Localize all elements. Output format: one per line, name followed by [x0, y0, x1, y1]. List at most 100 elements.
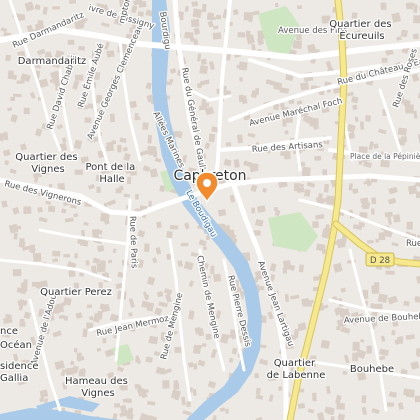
building — [188, 310, 195, 320]
building — [101, 22, 110, 28]
building — [65, 367, 75, 376]
building — [385, 270, 395, 275]
building — [208, 61, 215, 71]
building — [144, 389, 149, 393]
building — [388, 186, 398, 195]
building — [363, 161, 373, 168]
building — [82, 328, 88, 338]
building — [45, 200, 52, 205]
building — [139, 150, 149, 157]
building — [7, 107, 13, 112]
building — [255, 88, 260, 95]
building — [336, 238, 346, 249]
building — [180, 242, 189, 247]
building — [117, 144, 122, 153]
building — [5, 54, 12, 62]
building — [192, 8, 202, 19]
district-label-bouhebe: Bouhebe — [350, 364, 394, 375]
building — [405, 104, 414, 114]
building — [29, 91, 36, 99]
building — [371, 408, 380, 415]
building — [38, 216, 48, 223]
building — [144, 243, 150, 252]
building — [163, 288, 173, 295]
building — [410, 361, 420, 370]
building — [12, 269, 22, 277]
building — [186, 401, 191, 408]
building — [193, 363, 198, 370]
building — [322, 169, 328, 177]
building — [69, 360, 75, 366]
building — [312, 392, 317, 402]
building — [85, 260, 90, 266]
building — [217, 209, 227, 217]
building — [237, 134, 243, 144]
building — [128, 312, 133, 317]
building — [274, 2, 279, 8]
building — [269, 263, 277, 272]
building — [200, 58, 207, 66]
building — [303, 302, 313, 307]
building — [229, 194, 236, 203]
building — [37, 206, 43, 213]
building — [377, 293, 388, 304]
building — [320, 339, 330, 349]
building — [155, 247, 162, 255]
building — [13, 93, 22, 98]
building — [169, 79, 174, 83]
building — [106, 50, 115, 58]
building — [213, 273, 222, 283]
building — [19, 322, 26, 327]
building — [148, 335, 159, 345]
building — [77, 238, 86, 245]
building — [182, 410, 192, 416]
building — [298, 264, 304, 273]
building — [5, 313, 12, 319]
building — [290, 294, 300, 300]
building — [238, 94, 245, 103]
building — [278, 386, 283, 391]
building — [118, 185, 124, 191]
map-view[interactable]: D 28 Avenue des Pins Rue du Château d'Ea… — [0, 0, 420, 420]
building — [306, 181, 316, 188]
building — [158, 301, 168, 308]
building — [222, 334, 230, 339]
building — [100, 212, 110, 222]
building — [371, 284, 380, 294]
building — [232, 9, 239, 16]
building — [208, 133, 216, 143]
building — [337, 413, 346, 420]
building — [92, 257, 100, 265]
building — [169, 225, 179, 230]
building — [19, 318, 25, 323]
building — [116, 366, 124, 373]
district-label-quartier-des-ecureuils: Quartier des Écureuils — [329, 19, 395, 42]
building — [360, 197, 369, 204]
building — [400, 29, 408, 38]
building — [75, 74, 84, 81]
building — [316, 412, 325, 420]
building — [254, 373, 259, 379]
building — [13, 232, 18, 240]
building — [187, 361, 194, 368]
map-pin-icon[interactable] — [195, 171, 219, 205]
building — [258, 358, 269, 366]
building — [361, 406, 367, 416]
building — [411, 73, 420, 82]
building — [352, 188, 359, 194]
building — [250, 184, 258, 193]
building — [181, 396, 186, 406]
building — [238, 77, 244, 82]
district-label-residence-gallia: sidence Gallia — [0, 361, 42, 384]
building — [142, 165, 151, 173]
building — [284, 130, 289, 135]
building — [247, 132, 256, 138]
building — [403, 388, 413, 396]
building — [96, 347, 102, 352]
building — [14, 225, 22, 230]
building — [192, 38, 199, 46]
building — [284, 293, 290, 302]
building — [23, 210, 28, 215]
building — [123, 193, 131, 198]
building — [68, 270, 76, 278]
